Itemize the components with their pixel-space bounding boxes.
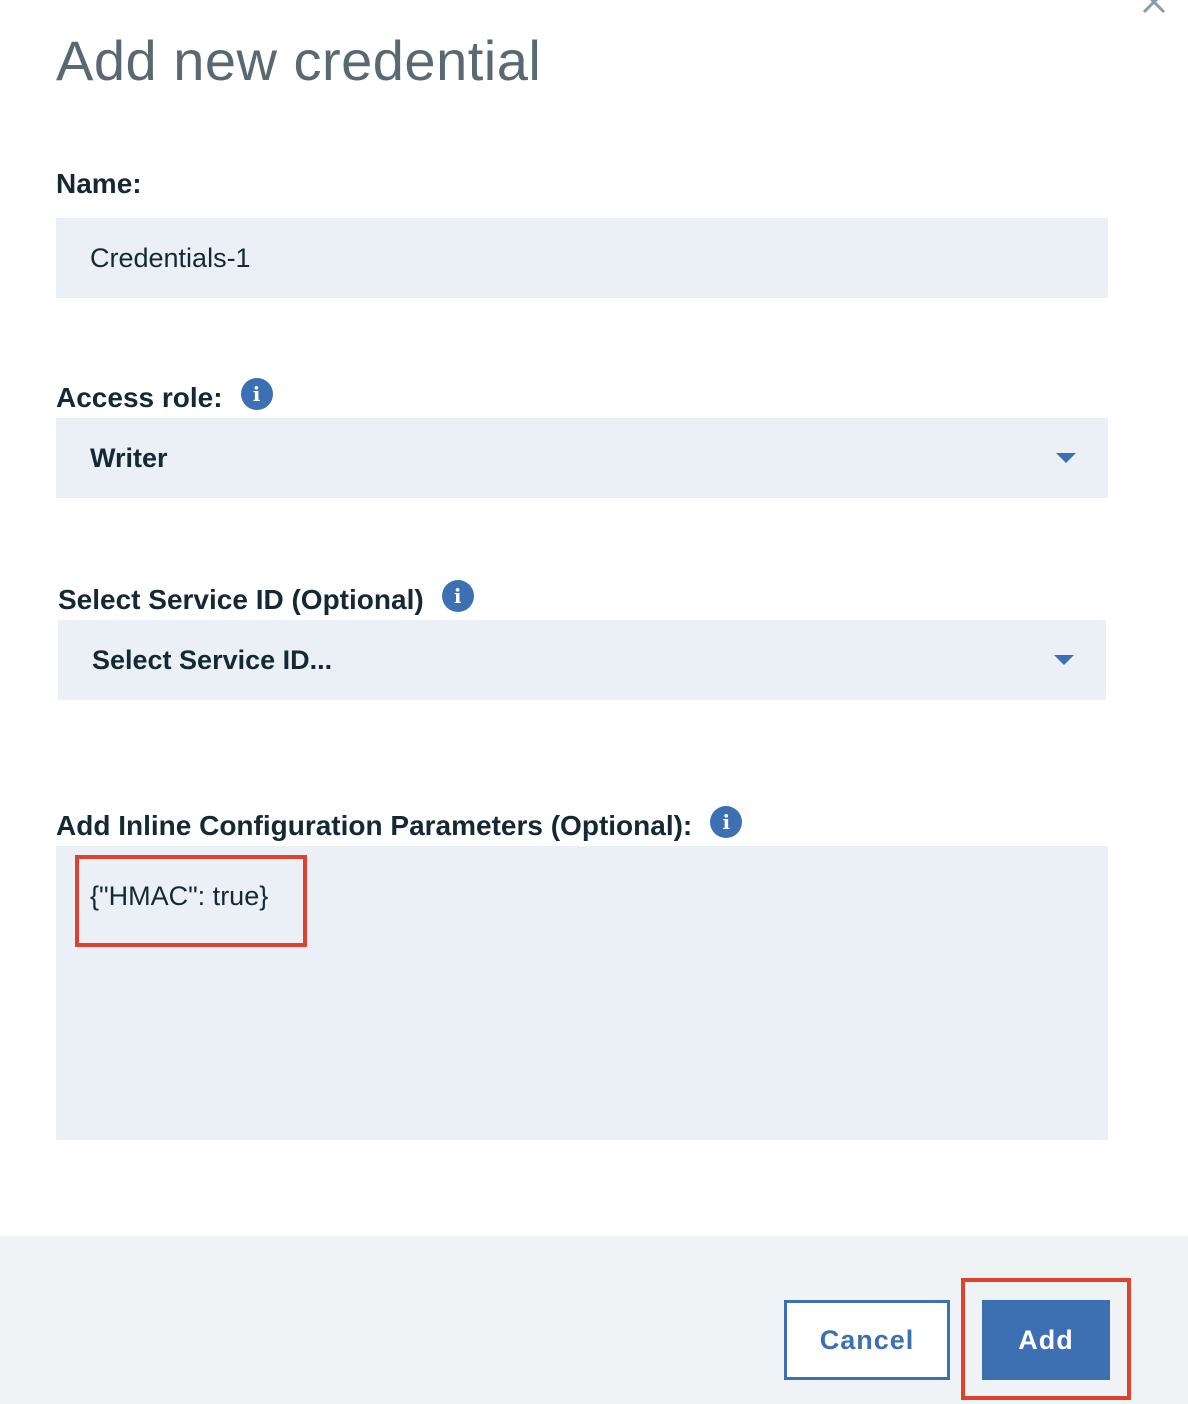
add-button[interactable]: Add (982, 1300, 1110, 1380)
info-icon[interactable]: i (710, 806, 743, 838)
name-label-text: Name: (56, 168, 142, 199)
access-role-select[interactable]: Writer (56, 418, 1108, 498)
name-label: Name: (56, 168, 142, 200)
dialog-footer: Cancel Add (0, 1236, 1188, 1404)
inline-params-label-text: Add Inline Configuration Parameters (Opt… (56, 810, 693, 841)
service-id-value: Select Service ID... (92, 644, 333, 675)
chevron-down-icon (1056, 453, 1076, 463)
add-credential-dialog: Add new credential Name: Access role: i … (0, 0, 1188, 1404)
close-icon[interactable] (1138, 0, 1170, 18)
access-role-label-text: Access role: (56, 382, 223, 413)
service-id-label-text: Select Service ID (Optional) (58, 584, 424, 615)
dialog-title: Add new credential (56, 29, 542, 92)
name-input[interactable] (56, 218, 1108, 298)
inline-params-textarea[interactable]: {"HMAC": true} (56, 846, 1108, 1140)
access-role-label: Access role: i (56, 378, 273, 414)
service-id-select[interactable]: Select Service ID... (58, 620, 1106, 700)
service-id-label: Select Service ID (Optional) i (58, 580, 474, 616)
info-icon[interactable]: i (240, 378, 273, 410)
inline-params-label: Add Inline Configuration Parameters (Opt… (56, 806, 743, 842)
access-role-value: Writer (90, 442, 168, 473)
info-icon[interactable]: i (441, 580, 474, 612)
cancel-button[interactable]: Cancel (784, 1300, 950, 1380)
chevron-down-icon (1054, 655, 1074, 665)
